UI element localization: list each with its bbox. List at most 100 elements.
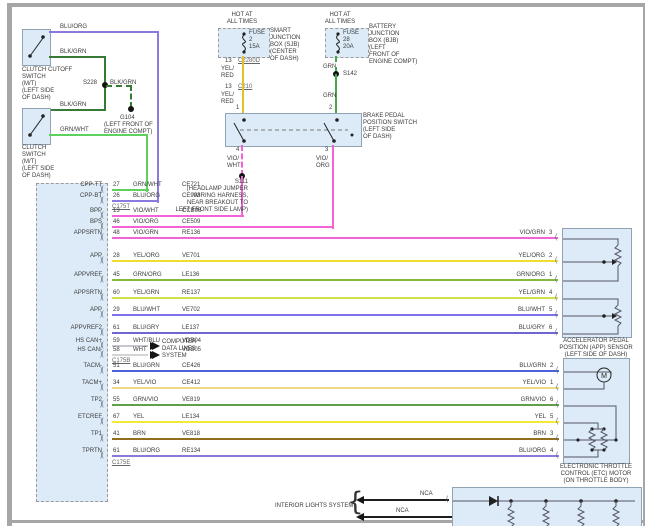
wire-le136 bbox=[112, 279, 558, 281]
wire-blk-grn bbox=[49, 109, 106, 111]
wire-vio-wht-dashed bbox=[241, 145, 243, 176]
circuit-label: VE819 bbox=[182, 397, 200, 404]
pcm-pin-bracket: )( bbox=[100, 276, 103, 283]
wire-ce412 bbox=[112, 387, 559, 389]
pin-number: 58 bbox=[113, 347, 120, 354]
wire-color-label-right: BLU/GRY bbox=[495, 325, 545, 332]
component-pin-bracket: ( bbox=[555, 276, 556, 283]
wire-color-label: VIO/ORG bbox=[316, 156, 330, 170]
ground-label: G104 bbox=[120, 115, 135, 122]
pin-number: 1 bbox=[236, 105, 239, 112]
wire-color-label: VIO/GRN bbox=[133, 230, 158, 237]
pcm-pin-bracket: )( bbox=[100, 367, 103, 374]
wire-ve819 bbox=[112, 404, 559, 406]
wire-color-label: NCA bbox=[420, 491, 433, 498]
pin-number-right: 3 bbox=[550, 431, 553, 438]
resistor-network-box bbox=[452, 487, 642, 526]
app-sensor-box bbox=[562, 228, 632, 338]
wire-color-label: YEL/VIO bbox=[133, 380, 156, 387]
wire-nca bbox=[364, 499, 449, 501]
component-pin-bracket: ( bbox=[556, 384, 557, 391]
wiring-diagram: CLUTCH CUTOFFSWITCH(M/T)(LEFT SIDEOF DAS… bbox=[0, 0, 650, 526]
pin-number: 2 bbox=[329, 105, 332, 112]
wire-color-label-right: YEL/GRN bbox=[495, 290, 545, 297]
signal-label-etcref: ETCREF bbox=[36, 414, 102, 421]
pcm-pin-bracket: )( bbox=[100, 257, 103, 264]
signal-label-appvref: APPVREF bbox=[36, 272, 102, 279]
wire-re137 bbox=[112, 297, 558, 299]
pin-number: 13 bbox=[113, 208, 120, 215]
circuit-label: CE509 bbox=[182, 219, 200, 226]
wire-le137 bbox=[112, 332, 558, 334]
circuit-label: CE426 bbox=[182, 363, 200, 370]
circuit-label: RE136 bbox=[182, 230, 200, 237]
connector-link-c210[interactable]: C210 bbox=[238, 84, 252, 91]
wire-color-label: VIO/WHT bbox=[133, 208, 159, 215]
pin-number-right: 5 bbox=[549, 307, 552, 314]
wire-ccb08 bbox=[112, 215, 244, 217]
pin-number: 59 bbox=[113, 338, 120, 345]
bjb-location-label: BATTERYJUNCTIONBOX (BJB)(LEFTFRONT OFENG… bbox=[369, 24, 417, 66]
pin-number: 55 bbox=[113, 397, 120, 404]
pin-number: 61 bbox=[113, 448, 120, 455]
connector-link-c175e[interactable]: C175E bbox=[112, 460, 130, 467]
pin-number-right: 6 bbox=[549, 325, 552, 332]
pcm-pin-bracket: )( bbox=[100, 452, 103, 459]
app-sensor-label: ACCELERATOR PEDALPOSITION (APP) SENSOR(L… bbox=[546, 338, 646, 359]
signal-label-cpptt: CPP-TT bbox=[36, 182, 102, 189]
etc-motor-box: M bbox=[563, 358, 630, 464]
component-pin-bracket: ( bbox=[555, 294, 556, 301]
pin-number: 13 bbox=[225, 58, 232, 65]
wire-blk-grn bbox=[49, 56, 106, 58]
wire-color-label-right: BLU/ORG bbox=[496, 448, 546, 455]
signal-label-appsrtn: APPSRTN bbox=[36, 290, 102, 297]
wire-ve701 bbox=[112, 260, 558, 262]
wire-color-label: GRN/WHT bbox=[60, 127, 89, 134]
circuit-label: CE903 bbox=[182, 193, 200, 200]
signal-label-hscan: HS CAN+ bbox=[36, 338, 102, 345]
wire-color-label-right: VIO/GRN bbox=[495, 230, 545, 237]
wire-vdb05 bbox=[112, 354, 148, 356]
wire-color-label: NCA bbox=[396, 508, 409, 515]
pcm-pin-bracket: )( bbox=[100, 212, 103, 219]
wire-color-label: GRN/ORG bbox=[133, 272, 162, 279]
pin-number: 61 bbox=[113, 325, 120, 332]
pin-number: 29 bbox=[113, 307, 120, 314]
wire-color-label: VIO/WHT bbox=[227, 156, 241, 170]
wire-color-label-right: BLU/GRN bbox=[496, 363, 546, 370]
pcm-pin-bracket: )( bbox=[100, 234, 103, 241]
pin-number: 4 bbox=[236, 147, 239, 154]
wire-color-label: BLU/ORG bbox=[133, 448, 160, 455]
wire-color-label: BLU/ORG bbox=[60, 24, 87, 31]
pin-number: 28 bbox=[113, 253, 120, 260]
pcm-pin-bracket: )( bbox=[100, 311, 103, 318]
pin-number-right: 4 bbox=[550, 448, 553, 455]
wire-ve702 bbox=[112, 314, 558, 316]
circuit-label: VE702 bbox=[182, 307, 200, 314]
wire-color-label: BLU/ORG bbox=[133, 193, 160, 200]
wire-color-label: GRN bbox=[323, 93, 336, 100]
pcm-pin-bracket: )( bbox=[100, 186, 103, 193]
pin-number: 34 bbox=[113, 380, 120, 387]
page-border-top bbox=[7, 3, 645, 7]
circuit-label: RE134 bbox=[182, 448, 200, 455]
wire-color-label-right: YEL bbox=[496, 414, 546, 421]
pin-number-right: 1 bbox=[549, 272, 552, 279]
wire-color-label: BLK/GRN bbox=[60, 49, 86, 56]
wire-color-label-right: GRN/VIO bbox=[496, 397, 546, 404]
wire-color-label: GRN/VIO bbox=[133, 397, 158, 404]
clutch-cutoff-switch-label: CLUTCH CUTOFFSWITCH(M/T)(LEFT SIDEOF DAS… bbox=[22, 67, 72, 102]
pin-number-right: 2 bbox=[550, 363, 553, 370]
wire-color-label: YEL/RED bbox=[221, 92, 234, 106]
switch-symbol-icon bbox=[23, 30, 50, 65]
pin-number: 51 bbox=[113, 363, 120, 370]
signal-label-app: APP bbox=[36, 307, 102, 314]
wire-color-label-right: YEL/ORG bbox=[495, 253, 545, 260]
splice-label: S142 bbox=[343, 71, 357, 78]
signal-label-tprtn: TPRTN bbox=[36, 448, 102, 455]
wire-le134 bbox=[112, 421, 559, 423]
signal-label-appvref2: APPVREF2 bbox=[36, 325, 102, 332]
wire-ce903 bbox=[112, 200, 159, 202]
signal-label-tacm: TACM- bbox=[36, 363, 102, 370]
wire-blu-org bbox=[157, 31, 159, 203]
